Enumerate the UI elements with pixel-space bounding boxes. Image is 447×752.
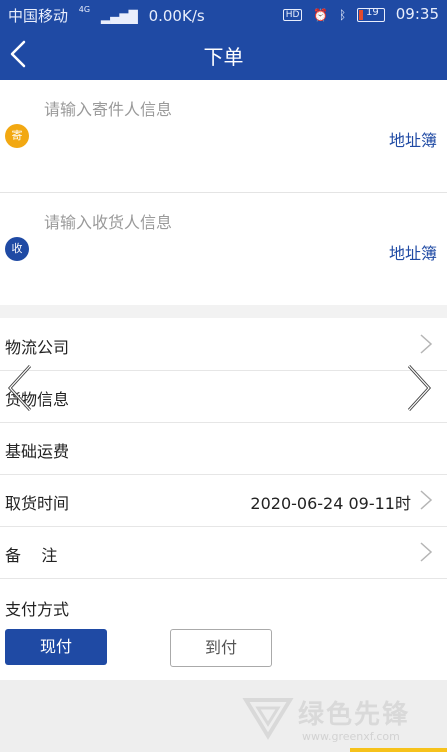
bluetooth-icon: ᛒ <box>339 7 347 22</box>
battery-level: 19 <box>365 6 379 18</box>
order-form: 物流公司 货物信息 基础运费 取货时间 2020-06-24 09-11时 备 … <box>0 318 447 680</box>
watermark: 绿色先锋 www.greenxf.com <box>240 690 440 748</box>
battery-icon: 19 <box>356 6 385 22</box>
logistics-company-row[interactable]: 物流公司 <box>0 318 447 371</box>
sender-address-book-link[interactable]: 地址簿 <box>389 127 437 151</box>
chevron-right-icon <box>407 364 432 412</box>
watermark-url: www.greenxf.com <box>302 730 400 743</box>
alarm-icon: ⏰ <box>313 7 329 22</box>
status-right: HD ⏰ ᛒ 19 09:35 <box>279 5 439 23</box>
sender-placeholder[interactable]: 请输入寄件人信息 <box>44 96 172 120</box>
next-arrow[interactable] <box>401 362 435 414</box>
address-card: 请输入寄件人信息 寄 地址簿 请输入收货人信息 收 地址簿 <box>0 80 447 305</box>
receiver-placeholder[interactable]: 请输入收货人信息 <box>44 209 172 233</box>
pickup-time-row[interactable]: 取货时间 2020-06-24 09-11时 <box>0 474 447 527</box>
pay-now-button[interactable]: 现付 <box>5 629 107 665</box>
network-speed: 0.00K/s <box>148 7 205 25</box>
logistics-company-label: 物流公司 <box>5 338 70 357</box>
goods-info-row[interactable]: 货物信息 <box>0 370 447 423</box>
status-bar: 中国移动 4G ▂▄▆█ 0.00K/s HD ⏰ ᛒ 19 09:35 <box>0 0 447 28</box>
remarks-label: 备 注 <box>5 546 58 565</box>
chevron-left-icon <box>7 364 32 412</box>
base-freight-row: 基础运费 <box>0 422 447 475</box>
receiver-address-book-link[interactable]: 地址簿 <box>389 240 437 264</box>
signal-icon: ▂▄▆█ <box>100 9 138 24</box>
receiver-row[interactable]: 请输入收货人信息 收 地址簿 <box>0 193 447 305</box>
sender-badge: 寄 <box>5 124 29 148</box>
pay-on-delivery-button[interactable]: 到付 <box>170 629 272 667</box>
status-left: 中国移动 4G ▂▄▆█ 0.00K/s <box>8 5 205 26</box>
hd-badge: HD <box>282 8 303 21</box>
app-header: 下单 <box>0 28 447 80</box>
page-title: 下单 <box>203 45 244 69</box>
watermark-text: 绿色先锋 <box>298 700 411 730</box>
receiver-badge: 收 <box>5 237 29 261</box>
watermark-logo-icon <box>242 698 294 740</box>
pickup-time-value: 2020-06-24 09-11时 <box>250 494 411 513</box>
sender-row[interactable]: 请输入寄件人信息 寄 地址簿 <box>0 80 447 192</box>
chevron-right-icon <box>420 334 433 354</box>
base-freight-label: 基础运费 <box>5 442 70 461</box>
network-type: 4G <box>78 5 91 14</box>
clock: 09:35 <box>395 5 439 23</box>
prev-arrow[interactable] <box>4 362 38 414</box>
payment-method-label: 支付方式 <box>5 600 70 619</box>
chevron-right-icon <box>420 490 433 510</box>
carrier-name: 中国移动 <box>8 7 69 25</box>
watermark-accent-bar <box>350 748 447 752</box>
remarks-row[interactable]: 备 注 <box>0 526 447 579</box>
pickup-time-label: 取货时间 <box>5 494 70 513</box>
chevron-right-icon <box>420 542 433 562</box>
